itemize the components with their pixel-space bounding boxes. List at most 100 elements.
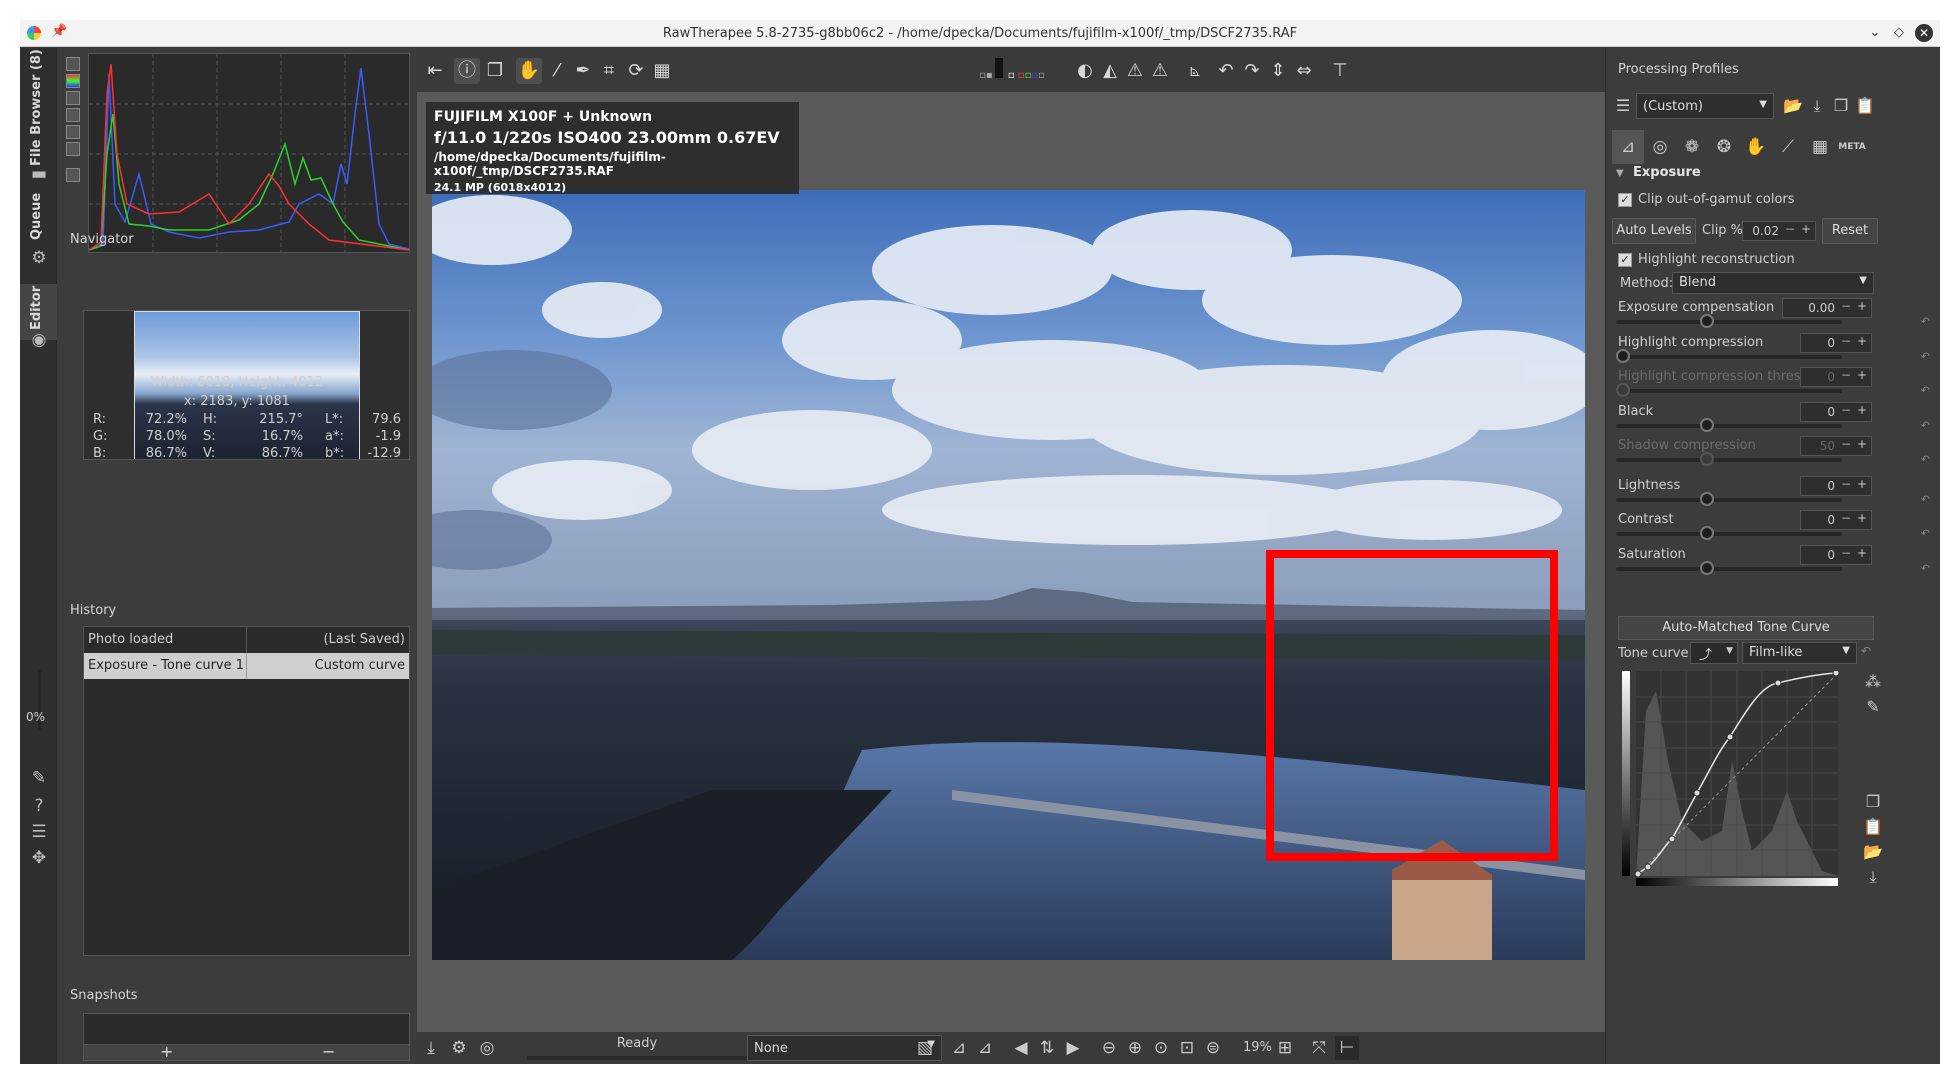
fullscreen-icon[interactable]: ⤧ <box>1307 1036 1331 1060</box>
hand-tool-icon[interactable]: ✋ <box>516 58 542 84</box>
reset-curve-icon[interactable]: ↶ <box>1861 644 1871 658</box>
copy-curve-icon[interactable]: ❐ <box>1862 791 1884 813</box>
slider-spin[interactable]: 0− + <box>1800 402 1872 422</box>
warning-shadows-icon[interactable]: ⚠ <box>1122 58 1148 84</box>
slider-spin[interactable]: 0.00− + <box>1782 298 1872 318</box>
toggle-right-panel-icon[interactable]: ⊢ <box>1335 1036 1359 1060</box>
reset-slider-icon[interactable]: ↶ <box>1921 527 1930 540</box>
new-detail-window-icon[interactable]: ⊞ <box>1273 1036 1297 1060</box>
slider-track[interactable] <box>1616 526 1842 540</box>
plus-icon[interactable]: + <box>1801 222 1811 236</box>
maximize-button[interactable]: ◇ <box>1889 23 1909 43</box>
tab-color[interactable]: ❁ <box>1676 130 1708 164</box>
copy-profile-right-icon[interactable]: ⊿ <box>973 1036 997 1060</box>
preferences-icon[interactable]: ☰ <box>29 822 49 842</box>
paste-curve-icon[interactable]: 📋 <box>1862 816 1884 838</box>
auto-levels-button[interactable]: Auto Levels <box>1612 218 1696 244</box>
tab-exposure[interactable]: ⊿ <box>1612 130 1644 164</box>
flip-vertical-icon[interactable]: ⇕ <box>1265 58 1291 84</box>
zoom-fit-icon[interactable]: ⊡ <box>1175 1036 1199 1060</box>
minimize-button[interactable]: ⌄ <box>1865 23 1885 43</box>
help-icon[interactable]: ? <box>29 796 49 816</box>
zoom-100-icon[interactable]: ⊙ <box>1149 1036 1173 1060</box>
minus-icon[interactable]: − <box>1841 403 1851 417</box>
hide-left-panel-icon[interactable]: ⇤ <box>422 58 448 84</box>
add-snapshot-button[interactable]: + <box>160 1042 173 1061</box>
straighten-icon[interactable]: ⟳ <box>623 58 649 84</box>
tab-local[interactable]: ✋ <box>1740 130 1772 164</box>
slider-spin[interactable]: 0− + <box>1800 510 1872 530</box>
profile-list-icon[interactable]: ☰ <box>1612 95 1634 117</box>
plus-icon[interactable]: + <box>1857 546 1867 560</box>
tab-transform[interactable]: ⟋ <box>1772 130 1804 164</box>
plus-icon[interactable]: + <box>1857 511 1867 525</box>
slider-track[interactable] <box>1616 561 1842 575</box>
tab-details[interactable]: ◎ <box>1644 130 1676 164</box>
tab-metadata[interactable]: META <box>1836 130 1868 164</box>
warning-highlights-icon[interactable]: ⚠ <box>1147 58 1173 84</box>
minus-icon[interactable]: − <box>1841 477 1851 491</box>
raw-histogram-icon[interactable] <box>66 125 80 139</box>
histogram-type-icon[interactable] <box>66 168 80 182</box>
minus-icon[interactable]: − <box>1841 299 1851 313</box>
open-curve-icon[interactable]: 📂 <box>1862 841 1884 863</box>
reset-slider-icon[interactable]: ↶ <box>1921 350 1930 363</box>
folder-icon[interactable]: ▬ <box>29 164 49 184</box>
slider-track[interactable] <box>1616 492 1842 506</box>
background-color-icon[interactable]: ▧ <box>905 1036 945 1060</box>
gears-icon[interactable]: ⚙ <box>29 248 49 268</box>
plus-icon[interactable]: + <box>1857 403 1867 417</box>
tab-file-browser[interactable]: File Browser (8) <box>20 49 57 174</box>
slider-knob[interactable] <box>1700 418 1715 432</box>
send-to-editor-icon[interactable]: ◎ <box>475 1036 499 1060</box>
reset-slider-icon[interactable]: ↶ <box>1921 493 1930 506</box>
channel-preview-icons[interactable]: ▫▪ ▫ ▫▫▫▫ <box>957 58 1067 84</box>
slider-track[interactable] <box>1616 314 1842 328</box>
white-balance-picker-icon[interactable]: ⁄ <box>544 58 570 84</box>
slider-track[interactable] <box>1616 349 1842 363</box>
perspective-icon[interactable]: ▦ <box>649 58 675 84</box>
expander-icon[interactable]: ▼ <box>1616 168 1624 179</box>
slider-knob[interactable] <box>1700 314 1715 328</box>
color-picker-icon[interactable]: ✒ <box>570 58 596 84</box>
minus-icon[interactable]: − <box>1841 546 1851 560</box>
clipping-shadow-icon[interactable]: ◭ <box>1097 58 1123 84</box>
slider-knob[interactable] <box>1700 492 1715 506</box>
tab-advanced[interactable]: ❂ <box>1708 130 1740 164</box>
reset-slider-icon[interactable]: ↶ <box>1921 562 1930 575</box>
clip-spin[interactable]: 0.02 − + <box>1742 221 1816 241</box>
zoom-fit-crop-icon[interactable]: ⊜ <box>1201 1036 1225 1060</box>
history-row-selected[interactable]: Exposure - Tone curve 1 Custom curve <box>84 653 409 679</box>
exposure-section-title[interactable]: Exposure <box>1633 165 1701 180</box>
history-row[interactable]: Photo loaded (Last Saved) <box>84 627 409 653</box>
clip-gamut-checkbox[interactable]: ✓ <box>1618 193 1632 207</box>
edit-point-icon[interactable]: ⁂ <box>1862 671 1884 693</box>
edit-add-icon[interactable]: ✎ <box>29 768 49 788</box>
before-after-icon[interactable]: ❐ <box>482 58 508 84</box>
aperture-icon[interactable]: ◉ <box>29 330 49 350</box>
minus-icon[interactable]: − <box>1841 334 1851 348</box>
sync-image-icon[interactable]: ⇅ <box>1035 1036 1059 1060</box>
save-profile-icon[interactable]: ⤓ <box>1806 95 1828 117</box>
luminance-icon[interactable] <box>66 91 80 105</box>
flip-horizontal-icon[interactable]: ⇔ <box>1291 58 1317 84</box>
tab-raw[interactable]: ▦ <box>1804 130 1836 164</box>
previous-image-icon[interactable]: ◀ <box>1009 1036 1033 1060</box>
zoom-out-icon[interactable]: ⊖ <box>1097 1036 1121 1060</box>
open-profile-icon[interactable]: 📂 <box>1782 95 1804 117</box>
histogram-bar-icon[interactable] <box>66 142 80 156</box>
slider-track[interactable] <box>1616 418 1842 432</box>
plus-icon[interactable]: + <box>1857 334 1867 348</box>
fullscreen-move-icon[interactable]: ✥ <box>29 848 49 868</box>
copy-profile-left-icon[interactable]: ⊿ <box>947 1036 971 1060</box>
chroma-icon[interactable] <box>66 108 80 122</box>
slider-spin[interactable]: 0− + <box>1800 476 1872 496</box>
hide-right-panel-icon[interactable]: ⊤ <box>1327 58 1353 84</box>
slider-knob[interactable] <box>1616 349 1630 363</box>
highlight-reconstruction-checkbox[interactable]: ✓ <box>1618 253 1632 267</box>
focus-mask-icon[interactable]: ◐ <box>1072 58 1098 84</box>
reset-slider-icon[interactable]: ↶ <box>1921 315 1930 328</box>
rotate-right-icon[interactable]: ↷ <box>1239 58 1265 84</box>
minus-icon[interactable]: − <box>1841 511 1851 525</box>
reset-button[interactable]: Reset <box>1822 218 1878 244</box>
